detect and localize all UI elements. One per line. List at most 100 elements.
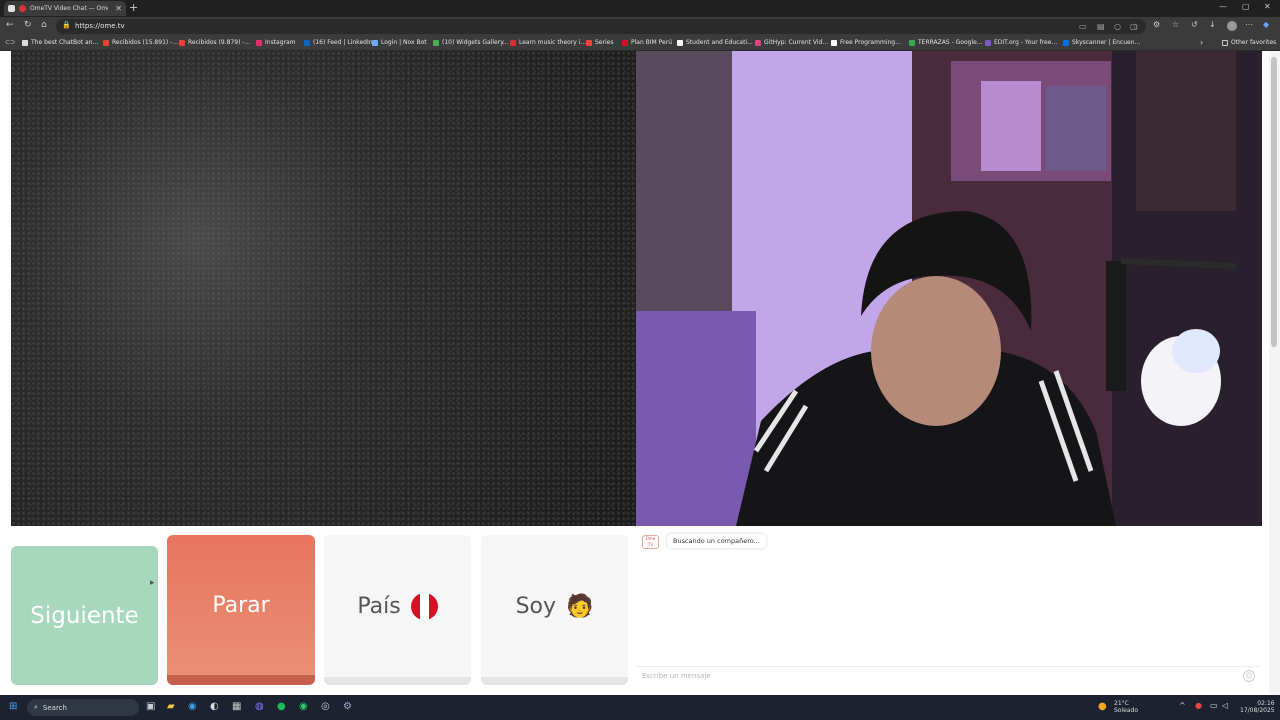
bookmark-favicon-icon [179, 39, 185, 46]
home-icon[interactable]: ⌂ [41, 20, 47, 30]
gender-button[interactable]: Soy 🧑 [481, 535, 628, 685]
whatsapp-icon[interactable]: ◉ [299, 701, 308, 712]
settings-icon[interactable]: ⚙ [343, 701, 352, 712]
next-button[interactable]: Siguiente [11, 546, 158, 685]
bookmark-favicon-icon [22, 39, 28, 46]
site-info-icon[interactable]: 🔒 [62, 21, 71, 29]
bookmark-favicon-icon [1063, 39, 1069, 46]
bookmark-item[interactable]: Skyscanner | Encuen... [1063, 39, 1140, 46]
file-explorer-icon[interactable]: ▰ [167, 701, 175, 712]
bookmark-item[interactable]: EDIT.org - Your free... [985, 39, 1057, 46]
bookmarks-bar: ⊂⊃ › Other favorites The best ChatBot an… [0, 36, 1280, 51]
bookmark-item[interactable]: Free Programming... [831, 39, 901, 46]
extensions-icon[interactable]: ⚙ [1153, 20, 1160, 29]
bookmark-item[interactable]: The best ChatBot an... [22, 39, 98, 46]
bookmark-label: Learn music theory i... [519, 39, 587, 46]
tab-menu-icon[interactable] [8, 5, 15, 12]
webcam-feed-illustration [636, 51, 1262, 526]
task-view-icon[interactable]: ▣ [146, 701, 155, 712]
bookmark-item[interactable]: TERRAZAS - Google... [909, 39, 983, 46]
more-menu-icon[interactable]: ⋯ [1245, 20, 1253, 29]
chat-status-message: Buscando un compañero... [667, 534, 766, 548]
github-desktop-icon[interactable]: ◎ [321, 701, 330, 712]
back-icon[interactable]: ← [6, 20, 14, 30]
taskbar-search[interactable]: ⌕ Search [27, 699, 139, 716]
close-window-button[interactable]: ✕ [1264, 2, 1271, 11]
bookmark-item[interactable]: Plan BIM Perú [622, 39, 672, 46]
extension-icon[interactable]: ○ [1114, 22, 1121, 31]
bookmark-favicon-icon [985, 39, 991, 46]
cast-icon[interactable]: ▭ [1079, 22, 1087, 31]
bookmark-item[interactable]: Instagram [256, 39, 296, 46]
bookmark-item[interactable]: (16) Feed | LinkedIn [304, 39, 373, 46]
calculator-icon[interactable]: ▦ [232, 701, 241, 712]
bookmark-item[interactable]: (10) Widgets Gallery... [433, 39, 509, 46]
bookmark-item[interactable]: Learn music theory i... [510, 39, 586, 46]
bookmark-item[interactable]: Recibidos (15.891) -... [103, 39, 178, 46]
chat-message-input[interactable]: Escribe un mensaje [642, 672, 711, 680]
bookmark-item[interactable]: Login | Nox Bot [372, 39, 427, 46]
bookmark-item[interactable]: Student and Educati... [677, 39, 753, 46]
bookmark-label: The best ChatBot an... [31, 39, 99, 46]
tray-overflow-icon[interactable]: ^ [1179, 701, 1186, 710]
browser-tab-ometv[interactable]: OmeTV Video Chat — Ome ✕ [4, 1, 126, 16]
tab-title: OmeTV Video Chat — Ome [30, 5, 108, 12]
spotify-icon[interactable]: ● [277, 701, 286, 712]
bookmark-label: GitHyp: Current Vid... [764, 39, 829, 46]
favorites-icon[interactable]: ☆ [1172, 20, 1179, 29]
taskbar-search-label: Search [42, 703, 67, 712]
new-tab-button[interactable]: + [129, 1, 138, 14]
clock-time: 02:16 [1257, 700, 1275, 707]
other-favorites[interactable]: Other favorites [1222, 39, 1276, 46]
country-button[interactable]: País [324, 535, 471, 685]
clock-date: 17/08/2025 [1240, 707, 1275, 714]
close-tab-icon[interactable]: ✕ [115, 4, 122, 13]
windows-taskbar: ⊞ ⌕ Search ▣ ▰ ◉ ◐ ▦ ◍ ● ◉ ◎ ⚙ ● 21°C So… [0, 695, 1280, 720]
country-button-label: País [357, 593, 401, 619]
emoji-picker-icon[interactable]: ☺ [1243, 670, 1255, 682]
minimize-button[interactable]: — [1219, 2, 1227, 11]
stop-button[interactable]: Parar [167, 535, 315, 685]
steam-icon[interactable]: ◐ [210, 701, 219, 712]
history-icon[interactable]: ↺ [1191, 20, 1198, 29]
profile-avatar[interactable] [1227, 21, 1237, 31]
bookmark-folder-icon[interactable]: ⊂⊃ [5, 39, 15, 46]
browser-toolbar: ← ↻ ⌂ 🔒 https://ome.tv ▭ ▤ ○ ▢ ☆ ⚙ ☆ ↺ ↓… [0, 17, 1280, 36]
windows-start-icon[interactable]: ⊞ [9, 701, 17, 712]
network-icon[interactable]: ▭ [1210, 701, 1218, 710]
maximize-button[interactable]: ▢ [1242, 2, 1250, 11]
other-favorites-label: Other favorites [1231, 39, 1277, 46]
weather-temp: 21°C [1114, 700, 1129, 707]
ometv-page: Siguiente ▸ Parar País Soy 🧑 Ome TV Busc… [0, 51, 1280, 695]
ometv-logo: Ome TV [642, 535, 659, 549]
bookmark-item[interactable]: GitHyp: Current Vid... [755, 39, 828, 46]
bookmark-label: Recibidos (15.891) -... [112, 39, 179, 46]
bookmark-favicon-icon [372, 39, 378, 46]
bookmark-label: (16) Feed | LinkedIn [313, 39, 373, 46]
clock[interactable]: 02:16 17/08/2025 [1240, 700, 1275, 714]
bookmarks-overflow-icon[interactable]: › [1200, 38, 1203, 47]
copilot-icon[interactable]: ◆ [1263, 20, 1269, 29]
mic-icon[interactable]: ● [1195, 701, 1202, 710]
partner-video [11, 51, 636, 526]
scrollbar-thumb[interactable] [1271, 57, 1277, 347]
volume-icon[interactable]: ◁ [1222, 701, 1228, 710]
folder-icon [1222, 39, 1228, 46]
favorite-star-icon[interactable]: ☆ [1132, 22, 1139, 31]
read-aloud-icon[interactable]: ▤ [1097, 22, 1105, 31]
bookmark-favicon-icon [304, 39, 310, 46]
stop-button-label: Parar [212, 592, 270, 618]
bookmark-item[interactable]: Series [586, 39, 613, 46]
downloads-icon[interactable]: ↓ [1209, 20, 1216, 29]
address-bar[interactable]: 🔒 https://ome.tv ▭ ▤ ○ ▢ ☆ [56, 19, 1146, 34]
page-scrollbar[interactable] [1269, 51, 1280, 695]
bookmark-item[interactable]: Recibidos (9.879) -... [179, 39, 250, 46]
messenger-icon[interactable]: ◍ [255, 701, 264, 712]
bookmark-favicon-icon [909, 39, 915, 46]
bookmark-label: Instagram [265, 39, 296, 46]
edge-icon[interactable]: ◉ [188, 701, 197, 712]
weather-icon[interactable]: ● [1098, 701, 1107, 712]
reload-icon[interactable]: ↻ [24, 20, 32, 30]
weather-widget[interactable]: 21°C Soleado [1114, 700, 1138, 714]
video-static-noise [11, 51, 636, 526]
